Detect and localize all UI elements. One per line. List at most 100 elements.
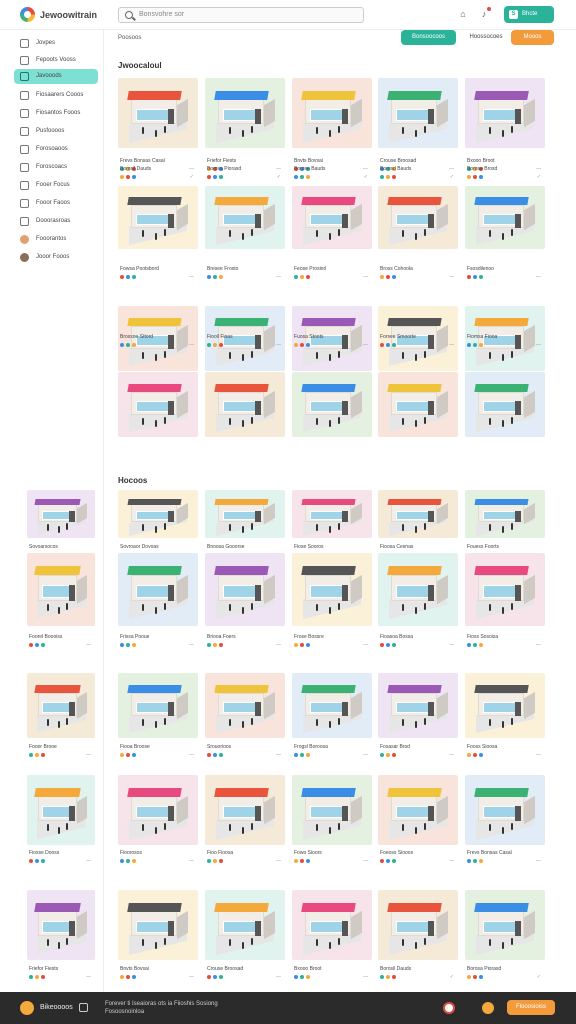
store-card-title: Borose Brosd [467, 166, 498, 172]
sidebar-item-label: Fooer Focus [36, 182, 70, 188]
store-card-title: Frevs Bonsas Casal [120, 158, 165, 164]
store-card[interactable]: Fiosse Dooss — [27, 775, 95, 868]
footer-pin-icon[interactable] [443, 1002, 455, 1014]
store-thumbnail [118, 78, 198, 148]
store-card[interactable]: Fioasoa Bossa — [378, 553, 458, 652]
store-card[interactable]: Borosa Piorasd ✓ [465, 890, 545, 984]
secondary-button[interactable]: Hoossocoes [461, 30, 511, 45]
sidebar-item[interactable]: Foroscoacs [14, 160, 98, 175]
card-meta: — [449, 858, 454, 864]
section-title-more: Hocoos [118, 476, 148, 485]
sidebar-item[interactable]: Fooor Faoos [14, 196, 98, 211]
bell-icon[interactable]: ♪ [479, 7, 491, 19]
home-icon[interactable]: ⌂ [458, 9, 468, 19]
store-card[interactable]: Bxooo Broot — [292, 890, 372, 984]
store-card[interactable]: Bnvts Bovsai — [118, 890, 198, 984]
sidebar-item[interactable]: Jovpes [14, 36, 98, 51]
store-thumbnail [118, 490, 198, 538]
card-meta: — [189, 166, 194, 172]
store-card[interactable]: Briooa Foers — [205, 553, 285, 652]
footer-link-icon[interactable] [79, 1003, 88, 1012]
store-card-title: Bxooo Broot [467, 158, 495, 164]
store-card-title: Fioorosos [120, 850, 142, 856]
store-card[interactable]: Fiose Sooros— [292, 490, 372, 562]
store-card[interactable]: Sovroaor Dovoas— [118, 490, 198, 562]
search-icon [125, 11, 133, 19]
store-card[interactable]: Fioss Sosoisa — [465, 553, 545, 652]
clock-icon [20, 145, 29, 154]
sidebar-item[interactable]: Dooorasroas [14, 214, 98, 229]
store-thumbnail [292, 553, 372, 626]
store-thumbnail [292, 890, 372, 960]
breadcrumb[interactable]: Poosoos [118, 35, 141, 41]
rating-dots [207, 343, 223, 347]
store-card[interactable]: Fioorosos — [118, 775, 198, 868]
store-card-title: Friefor Fiests [29, 966, 59, 972]
toolbar: Poosoos Bonsoocoos Hoossocoes Mooos [105, 30, 576, 50]
store-thumbnail [465, 890, 545, 960]
store-card[interactable]: Fouess Foorts— [465, 490, 545, 562]
store-card[interactable]: Frevs Bonsas Casal — [465, 775, 545, 868]
card-meta: — [536, 858, 541, 864]
store-thumbnail [378, 490, 458, 538]
store-card[interactable]: Crouse Broosad — [378, 78, 458, 176]
store-card[interactable]: Srouorioos — [205, 673, 285, 762]
sidebar-item[interactable]: Fiosaarers Cooos [14, 88, 98, 103]
store-card[interactable]: Sovoarsocos— [27, 490, 95, 562]
card-meta: — [363, 752, 368, 758]
card-meta: — [449, 274, 454, 280]
app-logo-icon[interactable] [20, 7, 35, 22]
store-card[interactable]: Friefor Fiests — [27, 890, 95, 984]
store-card[interactable]: Fiooa Broose — [118, 673, 198, 762]
store-card[interactable]: Fowo Sioors — [292, 775, 372, 868]
store-card-title: Fosasar Brod [380, 744, 411, 750]
header-action-button[interactable]: S Bhcte [504, 6, 554, 23]
card-meta: — [363, 974, 368, 980]
sidebar-item[interactable]: Fiosantos Fooos [14, 106, 98, 121]
store-card-title: Forsee Smoorte [380, 334, 416, 340]
store-card-title: Borosa Piorasd [467, 966, 502, 972]
store-card[interactable]: Fioosa Cesnas— [378, 490, 458, 562]
store-card[interactable]: Fosasar Brod — [378, 673, 458, 762]
store-card-title: Fowsa Pootsbord [120, 266, 159, 272]
footer-text-line2: Fosoosnoinloa [105, 1009, 145, 1015]
store-card[interactable]: Fooor Brooe — [27, 673, 95, 762]
sidebar-item[interactable]: Javooods [14, 69, 98, 84]
card-meta: — [363, 274, 368, 280]
store-icon [20, 72, 29, 81]
store-card-title: Srouorioos [207, 744, 232, 750]
top-header: Jewoowitrain Bonsvohre sor ⌂ ♪ S Bhcte [0, 0, 576, 30]
store-card[interactable]: Borosil Dauds ✓ [378, 890, 458, 984]
sidebar-item[interactable]: Pusfoooos [14, 124, 98, 139]
sidebar-item[interactable]: Forosoaoos [14, 142, 98, 157]
store-thumbnail [465, 372, 545, 437]
search-input[interactable]: Bonsvohre sor [118, 7, 364, 23]
store-card[interactable]: Fooss Sioosa — [465, 673, 545, 762]
sidebar-item[interactable]: Jooor Fooos [14, 250, 98, 265]
footer-button[interactable]: Flooosioiss [507, 1000, 555, 1015]
store-card[interactable]: Frose Bossre — [292, 553, 372, 652]
rating-dots [207, 275, 223, 279]
store-card[interactable]: Friefor Fiests — [205, 78, 285, 176]
store-card-title: Fioasoa Bossa [380, 634, 414, 640]
store-card[interactable]: Frissa Pooue — [118, 553, 198, 652]
accent-button[interactable]: Mooos [511, 30, 554, 45]
store-card[interactable]: Bnvts Bovsai — [292, 78, 372, 176]
store-card-title: Borose Bauds [294, 166, 326, 172]
footer-coin-icon[interactable] [482, 1002, 494, 1014]
store-card[interactable]: Foeoss Siooos — [378, 775, 458, 868]
sidebar-item[interactable]: Fooer Focus [14, 178, 98, 193]
sidebar-item[interactable]: Fooorantos [14, 232, 98, 247]
rating-dots [380, 643, 396, 647]
store-card[interactable]: Frevs Bonsas Casal — [118, 78, 198, 176]
store-card-title: Bxooo Broot [294, 966, 322, 972]
store-thumbnail [378, 78, 458, 148]
store-card[interactable]: Bnoosa Gooorse— [205, 490, 285, 562]
primary-button[interactable]: Bonsoocoos [401, 30, 456, 45]
store-card[interactable]: Frogsl Boroosa — [292, 673, 372, 762]
sidebar-item[interactable]: Fepoots Vooss [14, 53, 98, 68]
store-card[interactable]: Bxooo Broot — [465, 78, 545, 176]
store-card[interactable]: Fioo Fioosa — [205, 775, 285, 868]
store-card[interactable]: Crouse Broosad — [205, 890, 285, 984]
store-card[interactable]: Foorel Boooiss — [27, 553, 95, 652]
